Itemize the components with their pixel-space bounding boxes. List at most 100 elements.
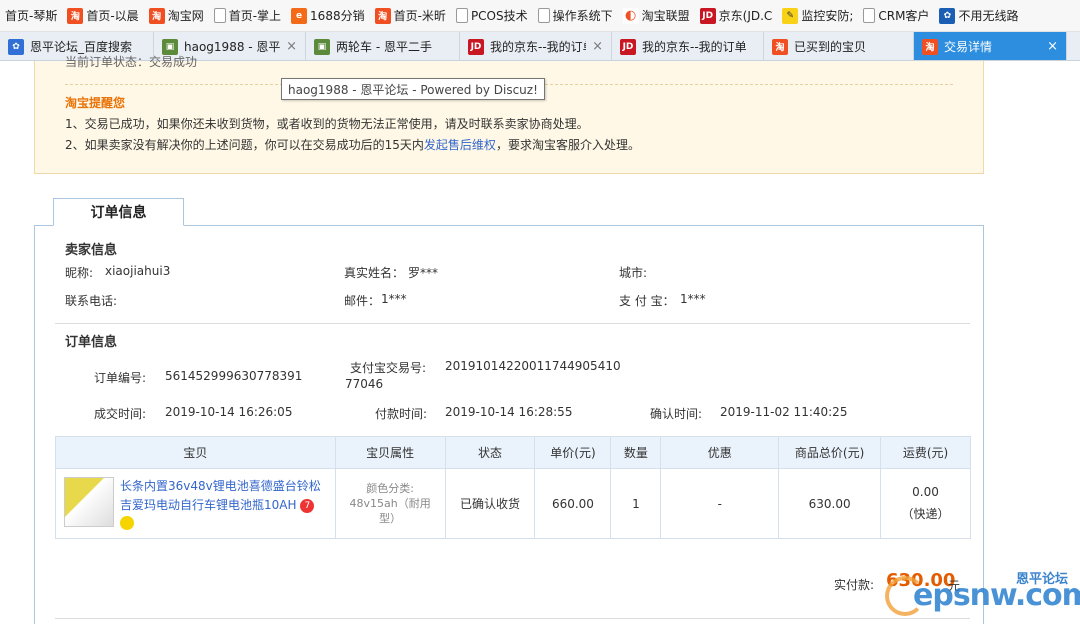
email-value: 1*** (381, 292, 407, 306)
bookmark-item[interactable]: 首页-掌上 (209, 0, 286, 31)
nickname-label: 昵称: (65, 266, 94, 280)
bookmark-item[interactable]: CRM客户 (858, 0, 934, 31)
email-label: 邮件： (344, 294, 381, 308)
bookmark-item[interactable]: ✿ 不用无线路 (934, 0, 1023, 31)
bookmark-label: 京东(JD.C (718, 9, 773, 23)
consumer-protection-icon (120, 515, 134, 530)
bookmark-item[interactable]: 淘首页-米昕 (370, 0, 451, 31)
pay-time-label: 付款时间: (375, 407, 428, 421)
bookmark-label: 首页-米昕 (393, 9, 446, 23)
col-header: 优惠 (660, 436, 780, 469)
taobao-icon: 淘 (148, 7, 165, 24)
tab-trade-detail[interactable]: 淘交易详情 × (914, 32, 1067, 60)
bookmark-item[interactable]: 淘淘宝网 (144, 0, 209, 31)
tab-order-info[interactable]: 订单信息 (53, 198, 184, 226)
tab-label: 两轮车 - 恩平二手 (336, 40, 432, 54)
tab-tooltip: haog1988 - 恩平论坛 - Powered by Discuz! (281, 78, 545, 100)
shipping-fee: 0.00 (912, 485, 939, 499)
bookmark-item[interactable]: PCOS技术 (451, 0, 533, 31)
items-table: 宝贝 宝贝属性 状态 单价(元) 数量 优惠 商品总价(元) 运费(元) 长条内… (55, 436, 971, 539)
attr-cell: 颜色分类: 48v15ah（耐用型） (334, 468, 446, 539)
paw-icon: ✿ (939, 7, 956, 24)
alipay-value: 1*** (680, 292, 706, 306)
bookmark-label: 监控安防; (801, 9, 854, 23)
bookmark-item[interactable]: 淘首页-以晨 (62, 0, 143, 31)
watermark-text: epsnw.com (913, 578, 1080, 613)
bookmarks-bar: 首页-琴斯 淘首页-以晨 淘淘宝网 首页-掌上 e 1688分销 淘首页-米昕 P… (0, 0, 1080, 32)
page-icon (213, 8, 226, 23)
bookmark-label: 首页-琴斯 (5, 9, 58, 23)
deal-time-value: 2019-10-14 16:26:05 (165, 405, 293, 419)
table-header-row: 宝贝 宝贝属性 状态 单价(元) 数量 优惠 商品总价(元) 运费(元) (55, 436, 971, 469)
product-thumbnail[interactable] (64, 477, 114, 528)
tab-label: 我的京东--我的订单 (642, 40, 747, 54)
site-watermark: 恩平论坛 epsnw.com (885, 568, 1080, 624)
bookmark-item[interactable]: JD 京东(JD.C (695, 0, 778, 31)
realname-value: 罗*** (408, 266, 439, 280)
tab-bought-items[interactable]: 淘已买到的宝贝 (764, 32, 914, 60)
bookmark-label: 淘宝联盟 (641, 9, 690, 23)
notice-line-1: 1、交易已成功，如果你还未收到货物，或者收到的货物无法正常使用，请及时联系卖家协… (65, 117, 589, 131)
bookmark-label: 不用无线路 (958, 9, 1019, 23)
bookmark-label: 首页-掌上 (228, 9, 282, 23)
bookmark-label: 淘宝网 (167, 9, 204, 23)
taobao-icon: 淘 (67, 7, 84, 24)
deal-time-label: 成交时间: (94, 407, 147, 421)
forum-icon: ▣ (314, 38, 330, 55)
shipping-cell: 0.00 （快递） (880, 468, 971, 539)
product-info: 长条内置36v48v锂电池喜德盛台铃松吉爱玛电动自行车锂电池瓶10AH 7 (56, 471, 335, 536)
divider (55, 323, 970, 324)
status-cell: 已确认收货 (444, 468, 536, 539)
1688-icon: e (291, 7, 308, 24)
col-header: 宝贝 (55, 436, 336, 469)
order-info-panel (34, 225, 984, 624)
table-row: 长条内置36v48v锂电池喜德盛台铃松吉爱玛电动自行车锂电池瓶10AH 7 颜色… (55, 468, 971, 539)
bookmark-item[interactable]: ◐ 淘宝联盟 (618, 0, 695, 31)
bookmark-item[interactable]: 操作系统下 (533, 0, 618, 31)
bookmark-item[interactable]: ✎ 监控安防; (777, 0, 858, 31)
jd-icon: JD (468, 38, 484, 55)
bookmark-label: CRM客户 (878, 9, 930, 23)
bookmark-label: 1688分销 (310, 9, 365, 23)
taobao-icon: 淘 (374, 7, 391, 24)
bookmark-item[interactable]: e 1688分销 (286, 0, 370, 31)
qty-cell: 1 (610, 468, 662, 539)
close-icon[interactable]: × (1047, 39, 1058, 54)
jd-icon: JD (699, 7, 716, 24)
notice-line-2: 2、如果卖家没有解决你的上述问题，你可以在交易成功后的15天内发起售后维权，要求… (65, 136, 640, 153)
discount-cell: - (660, 468, 780, 539)
alipay-trade-no-value: 201910142200117449054​10 (445, 359, 621, 373)
seven-day-return-icon: 7 (300, 498, 315, 513)
shipping-type: （快递） (901, 507, 950, 521)
close-icon[interactable]: × (286, 39, 297, 54)
tab-jd-orders-2[interactable]: JD 我的京东--我的订单 (612, 32, 764, 60)
col-header: 宝贝属性 (334, 436, 446, 469)
confirm-time-label: 确认时间: (650, 407, 703, 421)
order-info-title: 订单信息 (65, 335, 118, 350)
taobao-icon: 淘 (922, 38, 938, 55)
tab-two-wheeler[interactable]: ▣ 两轮车 - 恩平二手 (306, 32, 460, 60)
pay-time-value: 2019-10-14 16:28:55 (445, 405, 573, 419)
close-icon[interactable]: × (592, 39, 603, 54)
security-camera-icon: ✎ (782, 7, 799, 24)
notice-line-2-text: ，要求淘宝客服介入处理。 (495, 138, 640, 152)
order-status-line: 当前订单状态：交易成功 (65, 55, 198, 69)
divider (55, 618, 970, 619)
tab-jd-orders[interactable]: JD 我的京东--我的订单 × (460, 32, 612, 60)
product-name-link[interactable]: 长条内置36v48v锂电池喜德盛台铃松吉爱玛电动自行车锂电池瓶10AH (120, 479, 321, 512)
page-icon (863, 8, 876, 23)
page-icon (455, 8, 468, 23)
seller-info-title: 卖家信息 (65, 243, 118, 258)
nickname-value: xiaojiahui3 (105, 264, 171, 278)
remind-title: 淘宝提醒您 (65, 96, 126, 110)
after-sales-link[interactable]: 发起售后维权 (424, 138, 496, 152)
alimama-icon: ◐ (622, 7, 639, 24)
city-label: 城市: (619, 266, 648, 280)
taobao-icon: 淘 (772, 38, 788, 55)
col-header: 单价(元) (534, 436, 612, 469)
bookmark-item[interactable]: 首页-琴斯 (0, 0, 62, 31)
tab-label: 交易详情 (944, 40, 993, 54)
jd-icon: JD (620, 38, 636, 55)
order-no-label: 订单编号: (94, 371, 147, 385)
tab-label: 我的京东--我的订单 (490, 40, 587, 54)
